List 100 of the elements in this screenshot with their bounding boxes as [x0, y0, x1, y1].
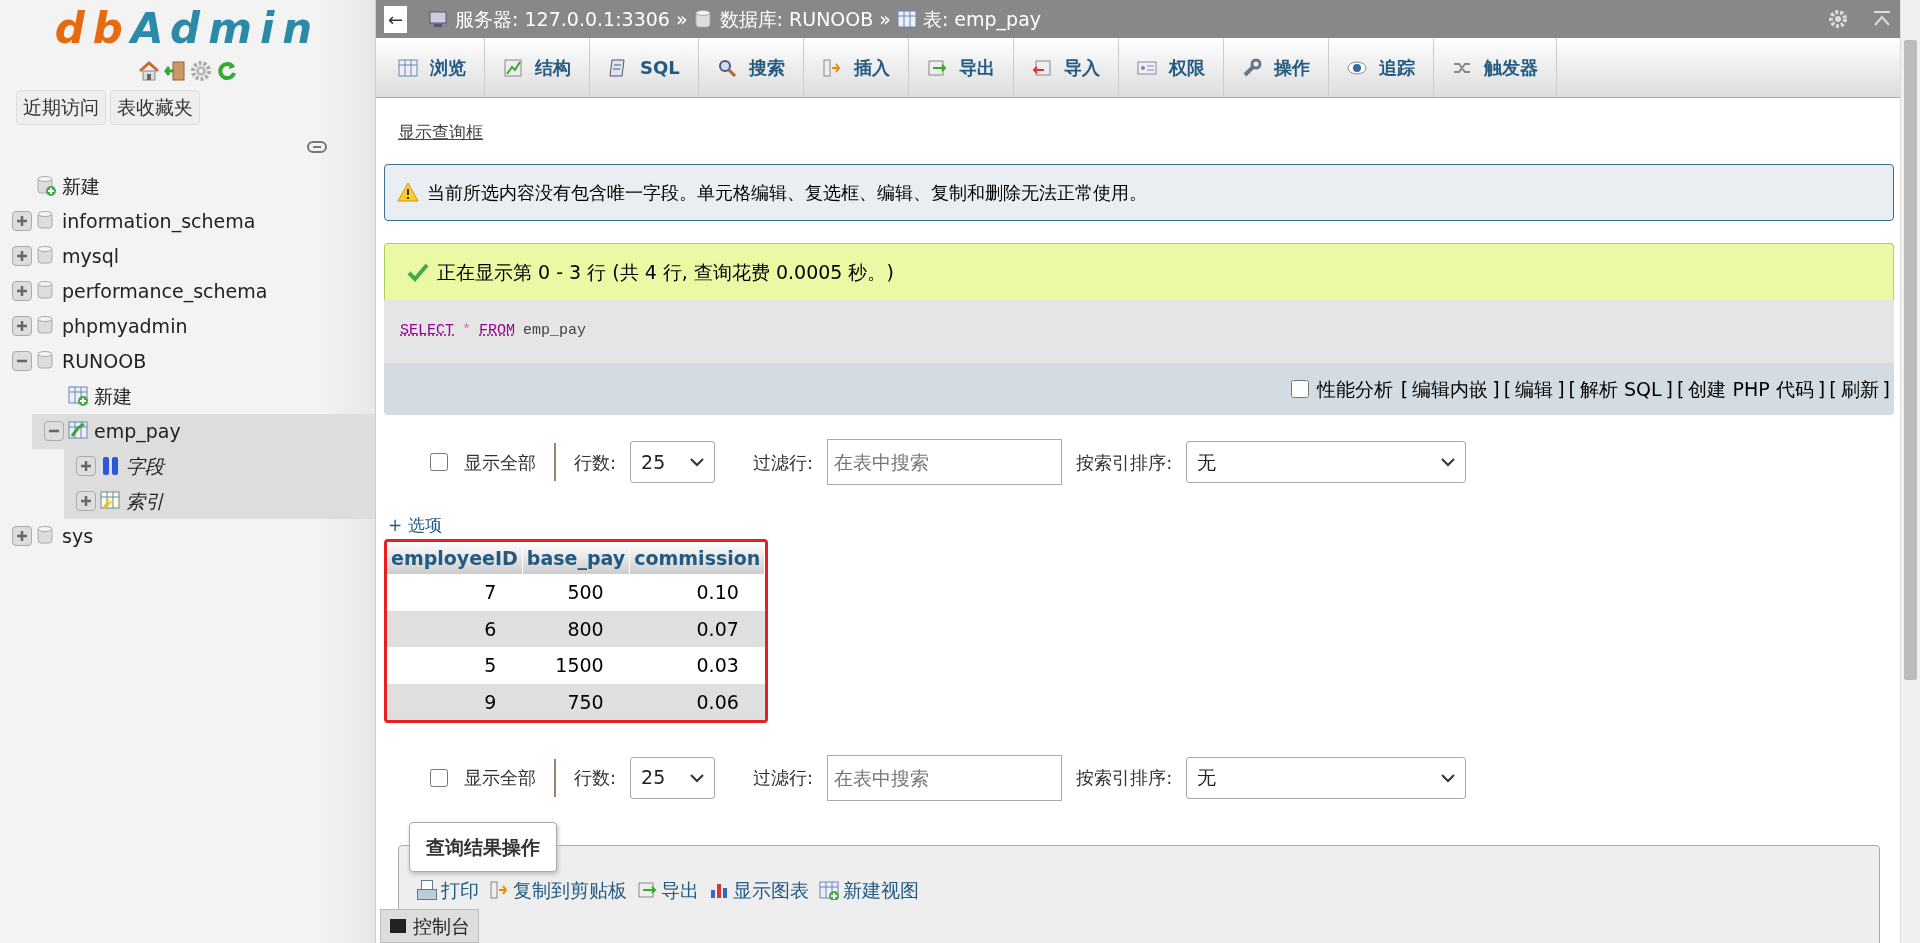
bracket: [	[1400, 376, 1409, 402]
table-cell: 5	[387, 647, 523, 684]
terminal-icon	[389, 917, 407, 934]
expand-toggle[interactable]	[12, 351, 32, 372]
column-header[interactable]: commission	[629, 541, 765, 574]
home-icon	[137, 60, 160, 83]
tree-item[interactable]: phpmyadmin	[0, 308, 375, 344]
plus-icon	[16, 215, 28, 228]
rows-select[interactable]: 25	[630, 441, 716, 483]
tree-item[interactable]: 字段	[64, 448, 375, 484]
table-cell: 0.10	[629, 574, 765, 611]
sidebar-tab-button[interactable]: 近期访问	[16, 90, 106, 125]
tree-item[interactable]: mysql	[0, 238, 375, 274]
toolbar-tab[interactable]: 导出	[908, 38, 1014, 97]
search-icon	[716, 57, 737, 78]
filter-field[interactable]: 在表中搜索	[827, 439, 1063, 485]
checkbox-label: 显示全部	[464, 450, 536, 475]
bracket: ]	[1665, 376, 1674, 402]
toolbar-tab[interactable]: 权限	[1118, 38, 1224, 97]
result-action-link[interactable]: 显示图表	[709, 875, 809, 904]
bracket: ]	[1557, 376, 1565, 402]
scroll-icon	[608, 57, 628, 78]
back-button[interactable]: ←	[384, 5, 408, 33]
expand-toggle[interactable]	[12, 281, 32, 302]
tree-label: emp_pay	[94, 418, 181, 445]
toolbar-tab[interactable]: 浏览	[380, 38, 485, 97]
column-header[interactable]: base_pay	[522, 541, 630, 574]
scrollbar-thumb[interactable]	[1904, 40, 1917, 680]
tree-label: performance_schema	[62, 278, 268, 305]
expand-toggle[interactable]	[76, 491, 96, 512]
tree-item[interactable]: sys	[0, 518, 375, 554]
breadcrumb-separator: »	[675, 6, 688, 32]
check-icon	[407, 261, 429, 282]
options-link[interactable]: + 选项	[388, 513, 442, 539]
toolbar-tab[interactable]: 操作	[1223, 38, 1329, 97]
expand-toggle[interactable]	[12, 246, 32, 267]
column-header[interactable]: employeeID	[387, 541, 523, 574]
result-action-link[interactable]: 导出	[637, 875, 699, 904]
settings-icon	[1828, 9, 1848, 29]
expand-toggle[interactable]	[12, 526, 32, 547]
rows-label: 行数:	[574, 450, 617, 475]
sort-select[interactable]: 无	[1186, 756, 1467, 799]
database-add-icon	[36, 175, 58, 198]
checkbox[interactable]	[1290, 379, 1309, 398]
sql-action-link[interactable]: 编辑内嵌	[1412, 374, 1489, 403]
chevron-down-icon	[690, 457, 705, 467]
printer-icon	[417, 879, 437, 900]
toolbar-tab[interactable]: 追踪	[1328, 38, 1434, 97]
tree-item[interactable]: information_schema	[0, 203, 375, 239]
scrollbar[interactable]	[1900, 0, 1920, 943]
toolbar-tab[interactable]: 导入	[1013, 38, 1119, 97]
show-query-box-link[interactable]: 显示查询框	[398, 120, 483, 146]
console-tab[interactable]: 控制台	[380, 908, 479, 943]
checkbox-label: 显示全部	[464, 766, 536, 790]
rows-select[interactable]: 25	[630, 756, 716, 799]
filter-field[interactable]: 在表中搜索	[827, 754, 1063, 801]
result-action-link[interactable]: 新建视图	[819, 875, 919, 904]
sidebar-tab-button[interactable]: 表收藏夹	[110, 90, 200, 125]
tree-item[interactable]: 新建	[0, 168, 375, 204]
checkbox[interactable]	[430, 453, 448, 471]
sql-action-link[interactable]: 编辑	[1515, 374, 1554, 403]
expand-toggle[interactable]	[12, 316, 32, 337]
toolbar-tab[interactable]: 触发器	[1433, 38, 1557, 97]
expand-toggle[interactable]	[12, 211, 32, 232]
toolbar-tab[interactable]: 插入	[803, 38, 909, 97]
result-action-link[interactable]: 打印	[417, 875, 479, 904]
breadcrumb-link[interactable]: 服务器: 127.0.0.1:3306	[455, 4, 670, 34]
chevron-down-icon	[690, 772, 705, 783]
table-cell: 6	[387, 610, 523, 647]
plus-icon	[80, 460, 92, 473]
expand-toggle[interactable]	[44, 421, 64, 442]
bracket: ]	[1492, 376, 1500, 402]
checkbox[interactable]	[430, 768, 448, 787]
checkbox-label: 性能分析	[1316, 376, 1393, 402]
sql-action-link[interactable]: 解析 SQL	[1579, 374, 1662, 403]
structure-icon	[503, 57, 523, 78]
toolbar-tab[interactable]: 搜索	[698, 38, 804, 97]
table-cell: 1500	[522, 647, 630, 684]
toolbar-tab[interactable]: SQL	[590, 38, 699, 97]
table-cell: 750	[522, 683, 630, 720]
sql-action-link[interactable]: 创建 PHP 代码	[1688, 374, 1814, 403]
result-action-link[interactable]: 复制到剪贴板	[489, 875, 627, 904]
sql-action-link[interactable]: 刷新	[1840, 374, 1879, 403]
breadcrumb-link[interactable]: 表: emp_pay	[922, 4, 1042, 34]
breadcrumb-link[interactable]: 数据库: RUNOOB	[719, 4, 874, 34]
bracket: ]	[1882, 376, 1890, 402]
database-icon	[693, 9, 714, 29]
sort-label: 按索引排序:	[1076, 450, 1173, 475]
sort-select[interactable]: 无	[1186, 441, 1467, 483]
rows-label: 行数:	[574, 766, 617, 790]
tree-item[interactable]: emp_pay	[32, 413, 375, 449]
insert-icon	[489, 879, 509, 900]
toolbar-tab[interactable]: 结构	[485, 38, 590, 97]
expand-toggle[interactable]	[76, 456, 96, 477]
table-icon	[398, 57, 418, 78]
tree-item[interactable]: 新建	[32, 378, 375, 414]
tree-item[interactable]: 索引	[64, 483, 375, 519]
tree-item[interactable]: RUNOOB	[0, 343, 375, 379]
table-cell: 0.07	[629, 610, 765, 647]
tree-item[interactable]: performance_schema	[0, 273, 375, 309]
